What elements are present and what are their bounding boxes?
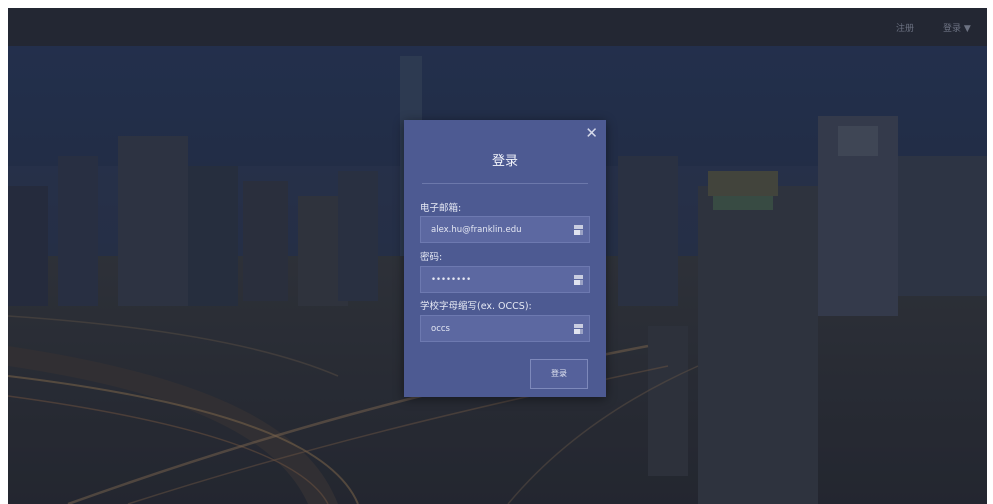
top-navbar: 注册 登录 ▼ — [8, 8, 987, 46]
key-icon[interactable] — [574, 275, 583, 285]
school-abbreviation-value: occs — [431, 324, 450, 334]
key-icon[interactable] — [574, 225, 583, 235]
nav-login-link[interactable]: 登录 ▼ — [943, 21, 971, 34]
email-field[interactable]: alex.hu@franklin.edu — [420, 216, 590, 243]
close-icon[interactable]: ✕ — [585, 126, 598, 141]
email-value: alex.hu@franklin.edu — [431, 225, 522, 235]
login-modal: ✕ 登录 电子邮箱: alex.hu@franklin.edu 密码: ••••… — [404, 120, 606, 397]
title-divider — [422, 183, 588, 184]
modal-title: 登录 — [491, 154, 518, 169]
password-field[interactable]: •••••••• — [420, 266, 590, 293]
login-submit-button[interactable]: 登录 — [530, 359, 588, 389]
nav-register-link[interactable]: 注册 — [896, 21, 914, 34]
email-label: 电子邮箱: — [420, 203, 462, 214]
key-icon[interactable] — [574, 324, 583, 334]
school-abbreviation-label: 学校字母缩写(ex. OCCS): — [420, 301, 532, 312]
password-value: •••••••• — [431, 275, 472, 285]
school-abbreviation-field[interactable]: occs — [420, 315, 590, 342]
app-frame: 注册 登录 ▼ ✕ 登录 电子邮箱: alex.hu@franklin.edu … — [8, 8, 987, 504]
password-label: 密码: — [420, 252, 443, 263]
